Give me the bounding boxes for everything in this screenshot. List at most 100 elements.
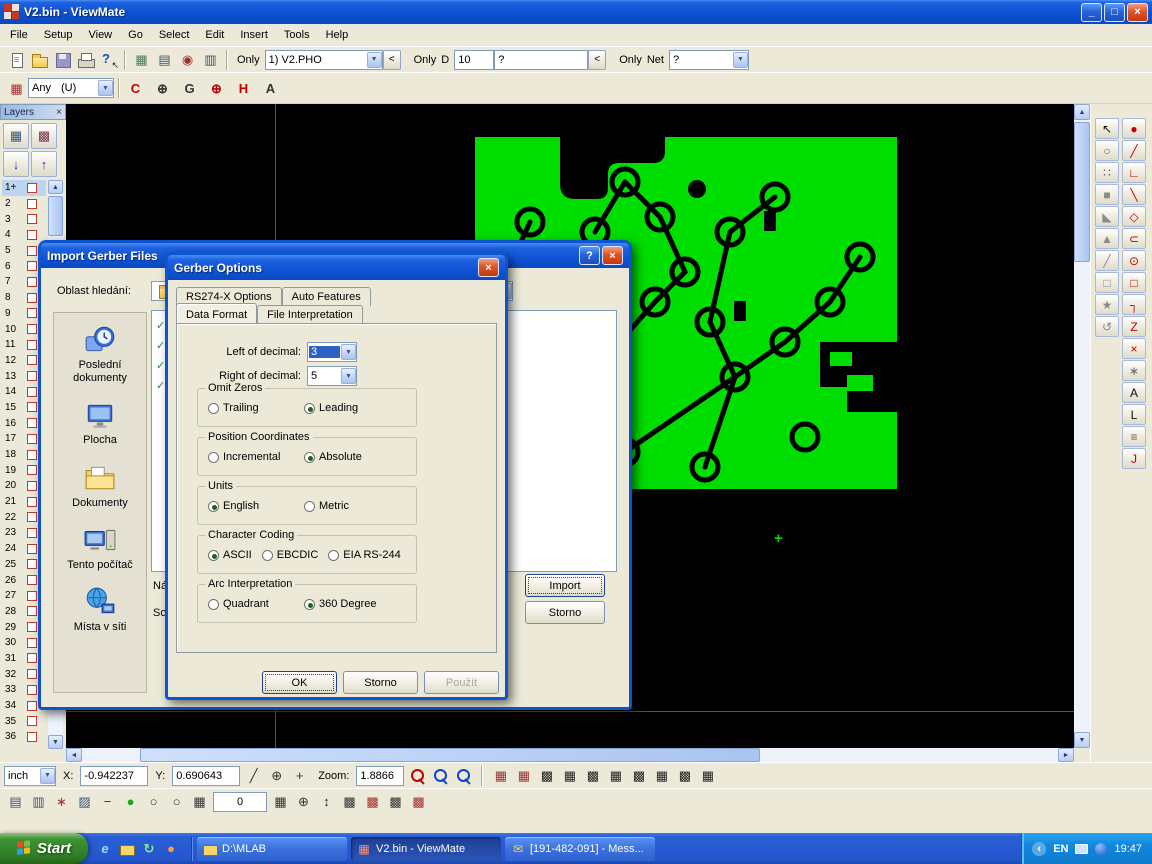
apply-button[interactable]: Použít <box>424 671 499 694</box>
group-select-icon[interactable]: G <box>178 77 201 99</box>
crosshair-icon[interactable]: ⊕ <box>151 77 174 99</box>
pattern-7-icon[interactable]: ▩ <box>673 765 696 787</box>
circle-select-icon[interactable]: C <box>124 77 147 99</box>
layer-color-swatch[interactable] <box>27 261 37 271</box>
clock[interactable]: 19:47 <box>1114 843 1142 855</box>
zoom-out-icon[interactable] <box>429 765 452 787</box>
scroll-left-icon[interactable] <box>66 748 82 762</box>
radio-quadrant[interactable]: Quadrant <box>208 598 294 610</box>
menu-item[interactable]: Go <box>120 26 151 44</box>
layer-color-swatch[interactable] <box>27 701 37 711</box>
hook-tool-icon[interactable]: J <box>1122 448 1146 469</box>
grid-toggle-icon[interactable]: ▦ <box>188 791 211 813</box>
zoom-value-field[interactable]: 1.8866 <box>356 766 404 786</box>
pattern-dots-icon[interactable]: ▩ <box>338 791 361 813</box>
scroll-right-icon[interactable] <box>1058 748 1074 762</box>
aperture-list-icon[interactable]: ▤ <box>153 49 176 71</box>
unit-select[interactable]: inch <box>4 766 56 786</box>
layer-color-swatch[interactable] <box>27 277 37 287</box>
print-icon[interactable] <box>74 49 97 71</box>
layer-grid-button-icon[interactable]: ▦ <box>3 123 29 149</box>
grid-red-icon[interactable]: ▦ <box>489 765 512 787</box>
net-select[interactable]: ? <box>669 50 749 70</box>
only-net-label[interactable]: Only <box>619 54 642 66</box>
layer-color-swatch[interactable] <box>27 716 37 726</box>
layer-color-swatch[interactable] <box>27 402 37 412</box>
menu-item[interactable]: View <box>80 26 120 44</box>
pattern-3-icon[interactable]: ▩ <box>581 765 604 787</box>
open-folder-icon[interactable] <box>28 49 51 71</box>
messenger-tray-icon[interactable] <box>1095 843 1107 855</box>
place-desktop[interactable]: Plocha <box>56 398 144 447</box>
close-button[interactable]: × <box>602 246 623 265</box>
pointer-tool-icon[interactable]: ↖ <box>1095 118 1119 139</box>
scroll-up-icon[interactable] <box>48 180 63 194</box>
move-layer-up-icon[interactable]: ↑ <box>31 151 57 177</box>
layer-color-swatch[interactable] <box>27 512 37 522</box>
layer-overlay-icon[interactable]: ▥ <box>27 791 50 813</box>
layer-color-swatch[interactable] <box>27 497 37 507</box>
measure-diagonal-icon[interactable]: ╱ <box>242 765 265 787</box>
chevron-down-icon[interactable] <box>341 344 356 360</box>
radio-absolute[interactable]: Absolute <box>304 451 390 463</box>
zoom-window-icon[interactable] <box>452 765 475 787</box>
scroll-down-icon[interactable] <box>1074 732 1090 748</box>
browser-ball-icon[interactable]: ● <box>162 840 180 858</box>
radio-metric[interactable]: Metric <box>304 500 390 512</box>
flash-pad-tool-icon[interactable]: ● <box>1122 118 1146 139</box>
pattern-dots-red-icon[interactable]: ▩ <box>361 791 384 813</box>
layer-row[interactable]: 35 <box>2 713 46 729</box>
hatch-layer-icon[interactable]: ▨ <box>73 791 96 813</box>
tab-file-interpretation[interactable]: File Interpretation <box>257 305 363 324</box>
help-button[interactable]: ? <box>579 246 600 265</box>
layer-color-swatch[interactable] <box>27 622 37 632</box>
save-icon[interactable] <box>51 49 74 71</box>
star-tool-icon[interactable]: ★ <box>1095 294 1119 315</box>
close-icon[interactable]: × <box>56 107 62 118</box>
previous-dcode-button[interactable]: < <box>588 50 606 70</box>
layer-color-swatch[interactable] <box>27 324 37 334</box>
layer-color-swatch[interactable] <box>27 418 37 428</box>
start-button[interactable]: Start <box>0 833 88 864</box>
layer-color-swatch[interactable] <box>27 559 37 569</box>
layer-color-swatch[interactable] <box>27 199 37 209</box>
highlight-on-icon[interactable]: ● <box>119 791 142 813</box>
pattern-4-icon[interactable]: ▦ <box>604 765 627 787</box>
pattern-8-icon[interactable]: ▦ <box>696 765 719 787</box>
scroll-up-icon[interactable] <box>1074 104 1090 120</box>
only-file-label[interactable]: Only <box>237 54 260 66</box>
dcode-query-field[interactable]: ? <box>494 50 588 70</box>
menu-item[interactable]: Select <box>151 26 198 44</box>
cut-tool-icon[interactable]: × <box>1122 338 1146 359</box>
grid-view-icon[interactable]: ▦ <box>130 49 153 71</box>
place-network[interactable]: Místa v síti <box>56 585 144 634</box>
target-icon[interactable]: ⊕ <box>205 77 228 99</box>
layer-color-swatch[interactable] <box>27 230 37 240</box>
x-coordinate-field[interactable]: -0.942237 <box>80 766 148 786</box>
chevron-down-icon[interactable] <box>367 52 382 68</box>
y-coordinate-field[interactable]: 0.690643 <box>172 766 240 786</box>
snap-value-field[interactable]: 0 <box>213 792 267 812</box>
pattern-mixed-icon[interactable]: ▩ <box>384 791 407 813</box>
filled-rect-tool-icon[interactable]: ■ <box>1095 184 1119 205</box>
layer-colors-button-icon[interactable]: ▩ <box>31 123 57 149</box>
triangle-fill-tool-icon[interactable]: ◣ <box>1095 206 1119 227</box>
restore-button[interactable]: □ <box>1104 3 1125 22</box>
layer-color-swatch[interactable] <box>27 732 37 742</box>
new-file-icon[interactable] <box>5 49 28 71</box>
scrollbar-thumb[interactable] <box>140 748 760 762</box>
folder-quick-icon[interactable] <box>118 840 136 858</box>
minimize-button[interactable]: _ <box>1081 3 1102 22</box>
layer-row[interactable]: 2 <box>2 196 46 212</box>
spoke-tool-icon[interactable]: ∗ <box>1122 360 1146 381</box>
layer-color-swatch[interactable] <box>27 669 37 679</box>
menu-item[interactable]: Insert <box>232 26 276 44</box>
draw-line-tool-icon[interactable]: ╱ <box>1122 140 1146 161</box>
highlight-icon[interactable]: H <box>232 77 255 99</box>
dcode-icon[interactable]: ◉ <box>176 49 199 71</box>
pattern-6-icon[interactable]: ▦ <box>650 765 673 787</box>
zoom-in-icon[interactable] <box>406 765 429 787</box>
lamp-two-icon[interactable]: ○ <box>165 791 188 813</box>
radio-english[interactable]: English <box>208 500 294 512</box>
move-layer-down-icon[interactable]: ↓ <box>3 151 29 177</box>
